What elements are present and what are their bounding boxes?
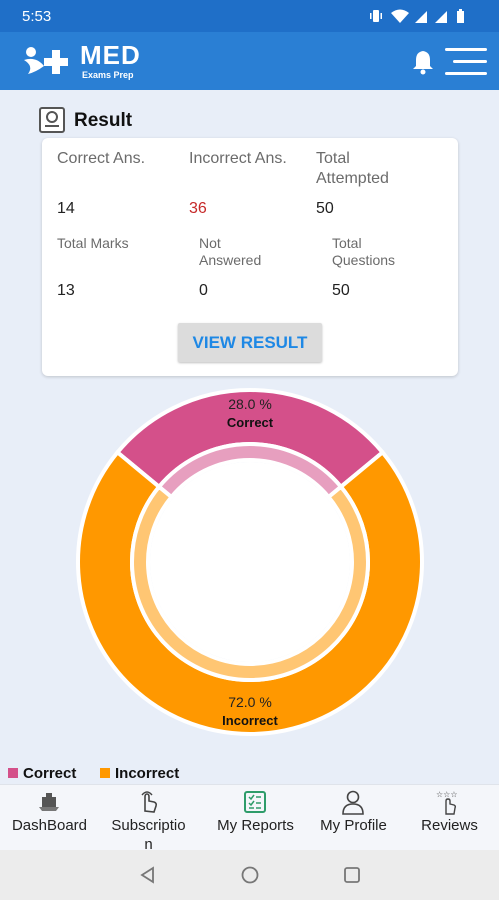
incorrect-ans-label: Incorrect Ans. xyxy=(189,150,287,167)
status-bar: 5:53 xyxy=(0,0,499,32)
nav-dashboard-label: DashBoard xyxy=(11,817,88,834)
total-marks-value: 13 xyxy=(57,282,75,299)
correct-ans-label: Correct Ans. xyxy=(57,150,146,167)
notification-bell-icon[interactable] xyxy=(409,48,437,76)
logo-subtext: Exams Prep xyxy=(82,70,134,80)
result-card: Correct Ans. Incorrect Ans. Total Attemp… xyxy=(42,138,458,376)
hamburger-menu-icon[interactable] xyxy=(445,48,487,76)
bottom-nav: DashBoard Subscriptio n My Reports My Pr… xyxy=(0,784,499,853)
nav-my-profile[interactable]: My Profile xyxy=(304,785,403,851)
result-title: Result xyxy=(74,110,133,131)
total-questions-value: 50 xyxy=(332,282,350,299)
not-answered-label: Not Answered xyxy=(199,235,262,268)
status-icons xyxy=(369,8,479,27)
result-donut-chart: 28.0 % Correct 72.0 % Incorrect xyxy=(76,388,424,736)
total-questions-label: Total Questions xyxy=(332,235,396,268)
legend-correct-label: Correct xyxy=(23,765,77,782)
profile-person-icon xyxy=(342,790,364,815)
nav-my-reports-label: My Reports xyxy=(217,817,294,834)
nav-subscription[interactable]: Subscriptio n xyxy=(99,785,198,853)
back-icon[interactable] xyxy=(138,865,158,885)
legend-correct: Correct xyxy=(8,765,76,782)
nav-reviews-label: Reviews xyxy=(421,817,478,834)
vibrate-icon xyxy=(370,10,382,22)
slice-value-label-incorrect: 72.0 % xyxy=(228,694,272,710)
donut-hole xyxy=(150,462,350,662)
system-nav-bar xyxy=(0,850,499,900)
total-marks-label: Total Marks xyxy=(57,235,129,251)
view-result-button[interactable]: VIEW RESULT xyxy=(178,323,322,362)
total-attempted-label: Total Attempted xyxy=(316,150,389,187)
slice-value-label-correct: 28.0 % xyxy=(228,396,272,412)
nav-subscription-label: Subscriptio n xyxy=(111,817,186,853)
incorrect-ans-value: 36 xyxy=(189,200,207,217)
nav-dashboard[interactable]: DashBoard xyxy=(0,785,99,851)
result-report-icon xyxy=(39,107,65,133)
dashboard-icon xyxy=(39,793,59,811)
logo-icon xyxy=(24,47,68,74)
legend-swatch xyxy=(100,768,110,778)
logo-text: MED xyxy=(80,40,141,70)
not-answered-value: 0 xyxy=(199,282,208,299)
correct-ans-value: 14 xyxy=(57,200,75,217)
recents-icon[interactable] xyxy=(342,865,362,885)
legend-incorrect-label: Incorrect xyxy=(115,765,180,782)
nav-my-profile-label: My Profile xyxy=(320,817,387,834)
home-icon[interactable] xyxy=(240,865,260,885)
slice-name-label-incorrect: Incorrect xyxy=(222,713,278,728)
total-attempted-value: 50 xyxy=(316,200,334,217)
app-bar: MED Exams Prep xyxy=(0,32,499,90)
signal-icon xyxy=(415,11,427,23)
tap-hand-icon xyxy=(141,791,158,813)
status-time: 5:53 xyxy=(22,8,52,25)
slice-name-label-correct: Correct xyxy=(227,415,274,430)
reviews-stars-icon: ☆☆☆ xyxy=(436,790,458,815)
nav-reviews[interactable]: ☆☆☆ Reviews xyxy=(400,785,499,851)
signal-icon xyxy=(435,11,447,23)
legend-swatch xyxy=(8,768,18,778)
nav-my-reports[interactable]: My Reports xyxy=(206,785,305,851)
wifi-icon xyxy=(391,9,409,23)
reports-checklist-icon xyxy=(244,791,266,813)
battery-icon xyxy=(457,9,464,23)
legend-incorrect: Incorrect xyxy=(100,765,179,782)
svg-text:☆☆☆: ☆☆☆ xyxy=(436,790,458,799)
